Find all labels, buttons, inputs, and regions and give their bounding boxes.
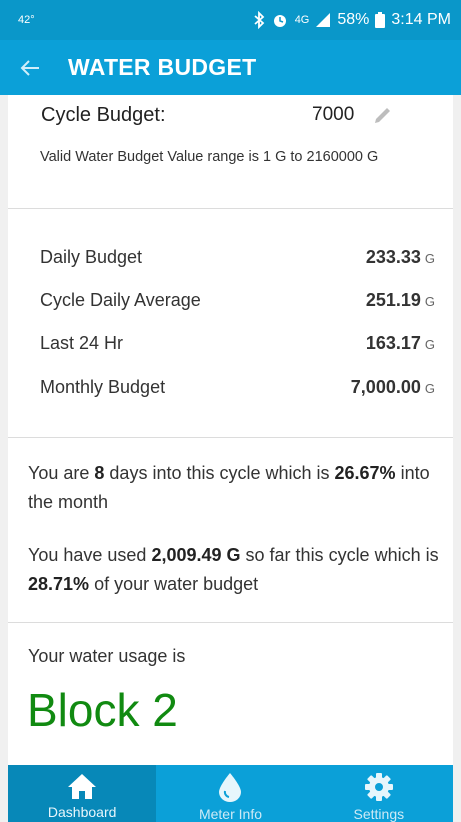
stat-unit: G — [424, 293, 435, 309]
stat-value: 163.17 — [365, 332, 421, 353]
water-drop-icon — [219, 773, 242, 802]
used-percent: 28.71% — [28, 574, 90, 594]
nav-label: Meter Info — [198, 806, 262, 822]
stat-row-cycle-daily-average: Cycle Daily Average 251.19 G — [40, 285, 435, 315]
edit-pencil-icon[interactable] — [372, 104, 394, 131]
divider — [8, 622, 453, 623]
cycle-percent: 26.67% — [334, 463, 396, 483]
stat-unit: G — [424, 380, 435, 396]
battery-percent: 58% — [337, 11, 370, 28]
bottom-nav: Dashboard Meter Info Settings — [8, 765, 453, 822]
status-time: 3:14 PM — [391, 11, 451, 28]
stat-value: 7,000.00 — [350, 376, 421, 397]
divider — [8, 208, 453, 209]
divider — [8, 437, 453, 438]
stat-unit: G — [424, 336, 435, 352]
stat-row-monthly-budget: Monthly Budget 7,000.00 G — [40, 372, 435, 402]
page-title: WATER BUDGET — [68, 54, 257, 80]
back-arrow-icon — [20, 59, 39, 76]
back-button[interactable] — [0, 40, 60, 95]
stat-label: Cycle Daily Average — [40, 289, 201, 310]
stat-value: 251.19 — [365, 289, 421, 310]
network-label: 4G — [294, 14, 310, 26]
status-icons: 4G 58% 3:14 PM — [253, 11, 451, 29]
stat-label: Daily Budget — [40, 246, 143, 267]
stat-unit: G — [424, 250, 435, 266]
stat-row-last-24-hr: Last 24 Hr 163.17 G — [40, 328, 435, 358]
cycle-budget-row: Cycle Budget: 7000 — [41, 95, 421, 135]
bluetooth-icon — [253, 11, 265, 29]
budget-range-note: Valid Water Budget Value range is 1 G to… — [40, 149, 379, 165]
nav-label: Settings — [353, 806, 405, 822]
cycle-budget-label: Cycle Budget: — [41, 103, 166, 126]
home-icon — [68, 774, 97, 799]
stat-label: Monthly Budget — [40, 376, 166, 397]
gear-icon — [364, 773, 393, 801]
cycle-days: 8 — [94, 463, 105, 483]
signal-icon — [315, 12, 331, 28]
stat-label: Last 24 Hr — [40, 332, 124, 353]
app-bar: WATER BUDGET — [0, 40, 461, 95]
nav-dashboard[interactable]: Dashboard — [8, 765, 157, 822]
alarm-icon — [271, 11, 289, 29]
usage-progress-text: You have used 2,009.49 G so far this cyc… — [28, 545, 439, 594]
stat-value: 233.33 — [365, 246, 421, 267]
used-amount: 2,009.49 G — [151, 545, 241, 565]
nav-settings[interactable]: Settings — [304, 765, 453, 822]
nav-label: Dashboard — [47, 804, 117, 820]
usage-label: Your water usage is — [28, 646, 186, 666]
usage-block: Block 2 — [27, 684, 178, 736]
battery-icon — [375, 12, 386, 28]
nav-meter-info[interactable]: Meter Info — [156, 765, 305, 822]
stat-row-daily-budget: Daily Budget 233.33 G — [40, 242, 435, 272]
status-bar: 42° 4G 58% 3:14 PM — [0, 0, 461, 40]
status-temperature: 42° — [18, 14, 35, 26]
main-content: Cycle Budget: 7000 Valid Water Budget Va… — [8, 95, 453, 765]
cycle-progress-text: You are 8 days into this cycle which is … — [28, 463, 430, 512]
cycle-budget-value[interactable]: 7000 — [312, 104, 354, 126]
